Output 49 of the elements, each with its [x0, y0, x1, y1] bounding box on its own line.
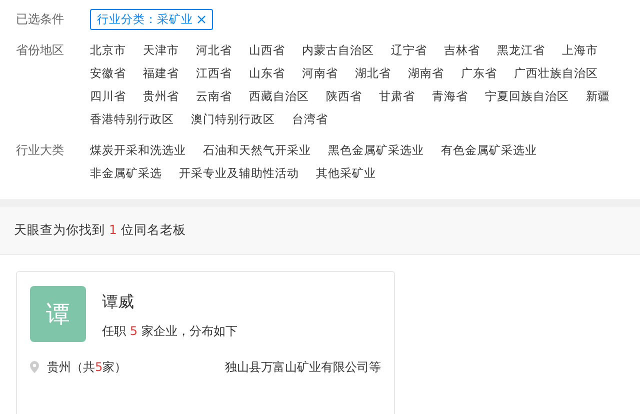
filter-label: 已选条件	[16, 11, 65, 28]
filter-option[interactable]: 河北省	[196, 39, 232, 62]
filter-option[interactable]: 宁夏回族自治区	[485, 85, 569, 108]
filter-option[interactable]: 北京市	[90, 39, 126, 62]
filter-option[interactable]: 石油和天然气开采业	[203, 139, 311, 162]
filter-option[interactable]: 湖北省	[355, 62, 391, 85]
filter-option[interactable]: 辽宁省	[391, 39, 427, 62]
filter-option[interactable]: 陕西省	[326, 85, 362, 108]
location-text: 贵州（共5家）	[47, 358, 127, 376]
job-summary: 任职 5 家企业，分布如下	[102, 322, 238, 340]
filter-tag[interactable]: 行业分类：采矿业	[90, 8, 213, 30]
filter-option[interactable]: 山东省	[249, 62, 285, 85]
filter-option[interactable]: 云南省	[196, 85, 232, 108]
filter-option[interactable]: 山西省	[249, 39, 285, 62]
filter-option[interactable]: 新疆	[586, 85, 610, 108]
filter-option[interactable]: 其他采矿业	[316, 162, 376, 185]
filter-option[interactable]: 安徽省	[90, 62, 126, 85]
filter-option[interactable]: 有色金属矿采选业	[441, 139, 537, 162]
filter-option[interactable]: 黑色金属矿采选业	[328, 139, 424, 162]
filter-option[interactable]: 澳门特别行政区	[191, 108, 275, 131]
filter-option[interactable]: 内蒙古自治区	[302, 39, 374, 62]
filter-option[interactable]: 上海市	[562, 39, 598, 62]
filter-option[interactable]: 台湾省	[292, 108, 328, 131]
filter-option[interactable]: 甘肃省	[379, 85, 415, 108]
filter-option[interactable]: 青海省	[432, 85, 468, 108]
filter-option[interactable]: 香港特别行政区	[90, 108, 174, 131]
filter-label: 行业大类	[16, 142, 65, 159]
filter-option[interactable]: 贵州省	[143, 85, 179, 108]
avatar: 谭	[30, 286, 86, 342]
filter-option[interactable]: 福建省	[143, 62, 179, 85]
filter-option[interactable]: 天津市	[143, 39, 179, 62]
filter-option[interactable]: 四川省	[90, 85, 126, 108]
filter-label: 省份地区	[16, 42, 65, 59]
close-icon[interactable]	[197, 15, 206, 24]
filter-option[interactable]: 江西省	[196, 62, 232, 85]
company-name[interactable]: 独山县万富山矿业有限公司等	[225, 358, 381, 376]
filter-option[interactable]: 广西壮族自治区	[514, 62, 598, 85]
result-summary: 天眼查为你找到 1 位同名老板	[0, 207, 640, 255]
filter-option[interactable]: 黑龙江省	[497, 39, 545, 62]
filter-option[interactable]: 西藏自治区	[249, 85, 309, 108]
person-name[interactable]: 谭威	[102, 290, 238, 314]
filter-option[interactable]: 非金属矿采选	[90, 162, 162, 185]
filter-option[interactable]: 河南省	[302, 62, 338, 85]
filter-option[interactable]: 吉林省	[444, 39, 480, 62]
location-pin-icon	[30, 360, 39, 373]
filter-option[interactable]: 广东省	[461, 62, 497, 85]
filter-option[interactable]: 煤炭开采和洗选业	[90, 139, 186, 162]
filter-option[interactable]: 开采专业及辅助性活动	[179, 162, 299, 185]
filter-option[interactable]: 湖南省	[408, 62, 444, 85]
